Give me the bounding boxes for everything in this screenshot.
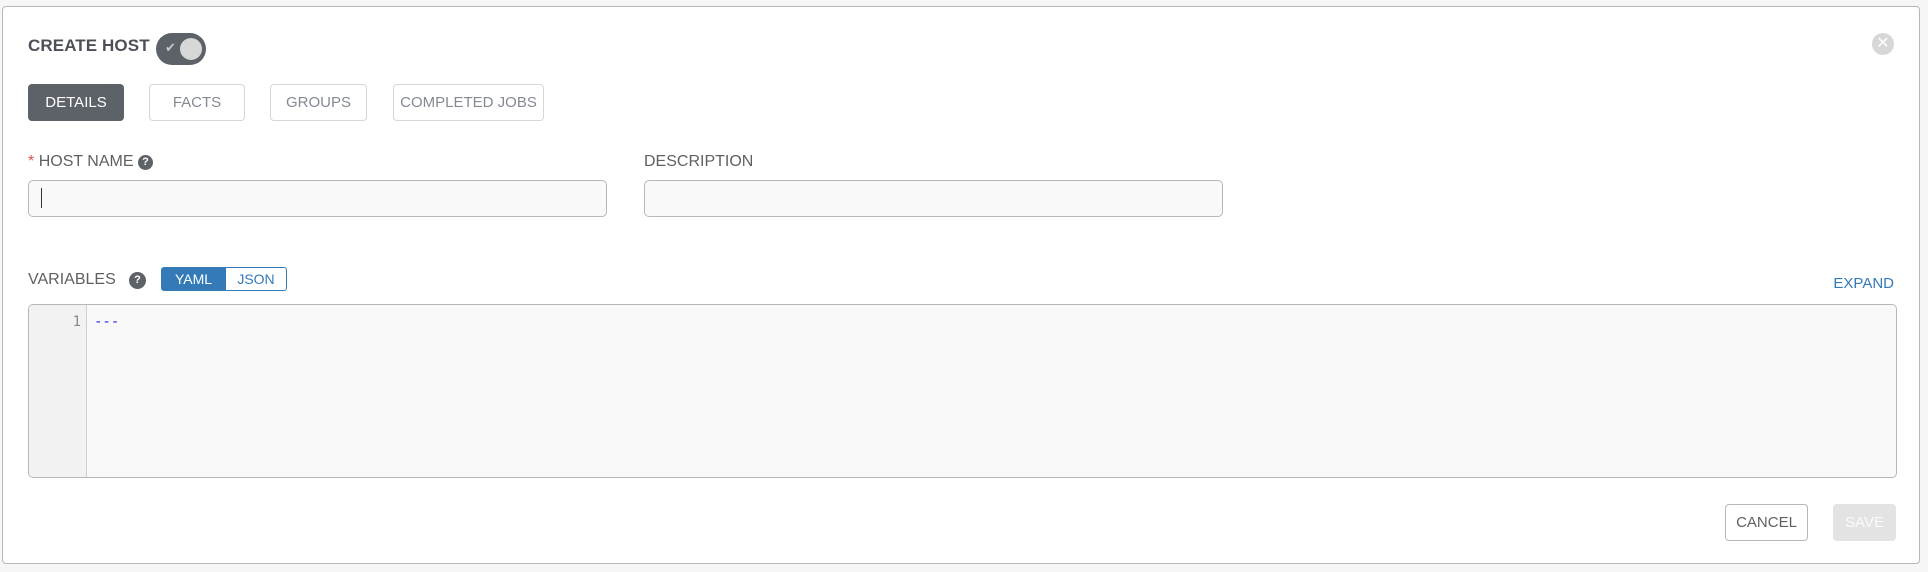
json-toggle[interactable]: JSON (225, 267, 287, 291)
check-icon: ✔ (165, 40, 176, 55)
required-mark: * (28, 153, 35, 170)
line-number: 1 (72, 314, 81, 330)
variables-code-editor[interactable]: 1 --- (28, 304, 1897, 478)
help-icon[interactable]: ? (129, 272, 146, 289)
host-name-input[interactable] (28, 180, 607, 217)
cancel-button[interactable]: CANCEL (1725, 504, 1808, 541)
tab-details[interactable]: DETAILS (28, 84, 124, 121)
close-icon[interactable]: ✕ (1872, 33, 1894, 55)
description-input[interactable] (644, 180, 1223, 217)
host-name-label: * HOST NAME ? (28, 153, 153, 171)
tab-completed-jobs[interactable]: COMPLETED JOBS (393, 84, 544, 121)
host-name-field-wrap (28, 180, 607, 217)
text-caret (41, 188, 42, 208)
page-title: CREATE HOST (28, 36, 150, 55)
code-line: --- (94, 314, 120, 330)
yaml-toggle[interactable]: YAML (161, 267, 226, 291)
host-enabled-toggle[interactable]: ✔ (156, 33, 206, 65)
expand-link[interactable]: EXPAND (1833, 275, 1894, 292)
tab-groups[interactable]: GROUPS (270, 84, 367, 121)
save-button[interactable]: SAVE (1833, 504, 1896, 541)
line-number-gutter: 1 (29, 305, 87, 477)
description-label: DESCRIPTION (644, 153, 754, 170)
help-icon[interactable]: ? (137, 155, 153, 170)
variables-label: VARIABLES (28, 271, 116, 288)
toggle-knob (180, 38, 202, 60)
host-name-label-text: HOST NAME (38, 153, 134, 170)
create-host-panel: CREATE HOST ✔ ✕ DETAILS FACTS GROUPS COM… (2, 6, 1920, 564)
tab-facts[interactable]: FACTS (149, 84, 245, 121)
